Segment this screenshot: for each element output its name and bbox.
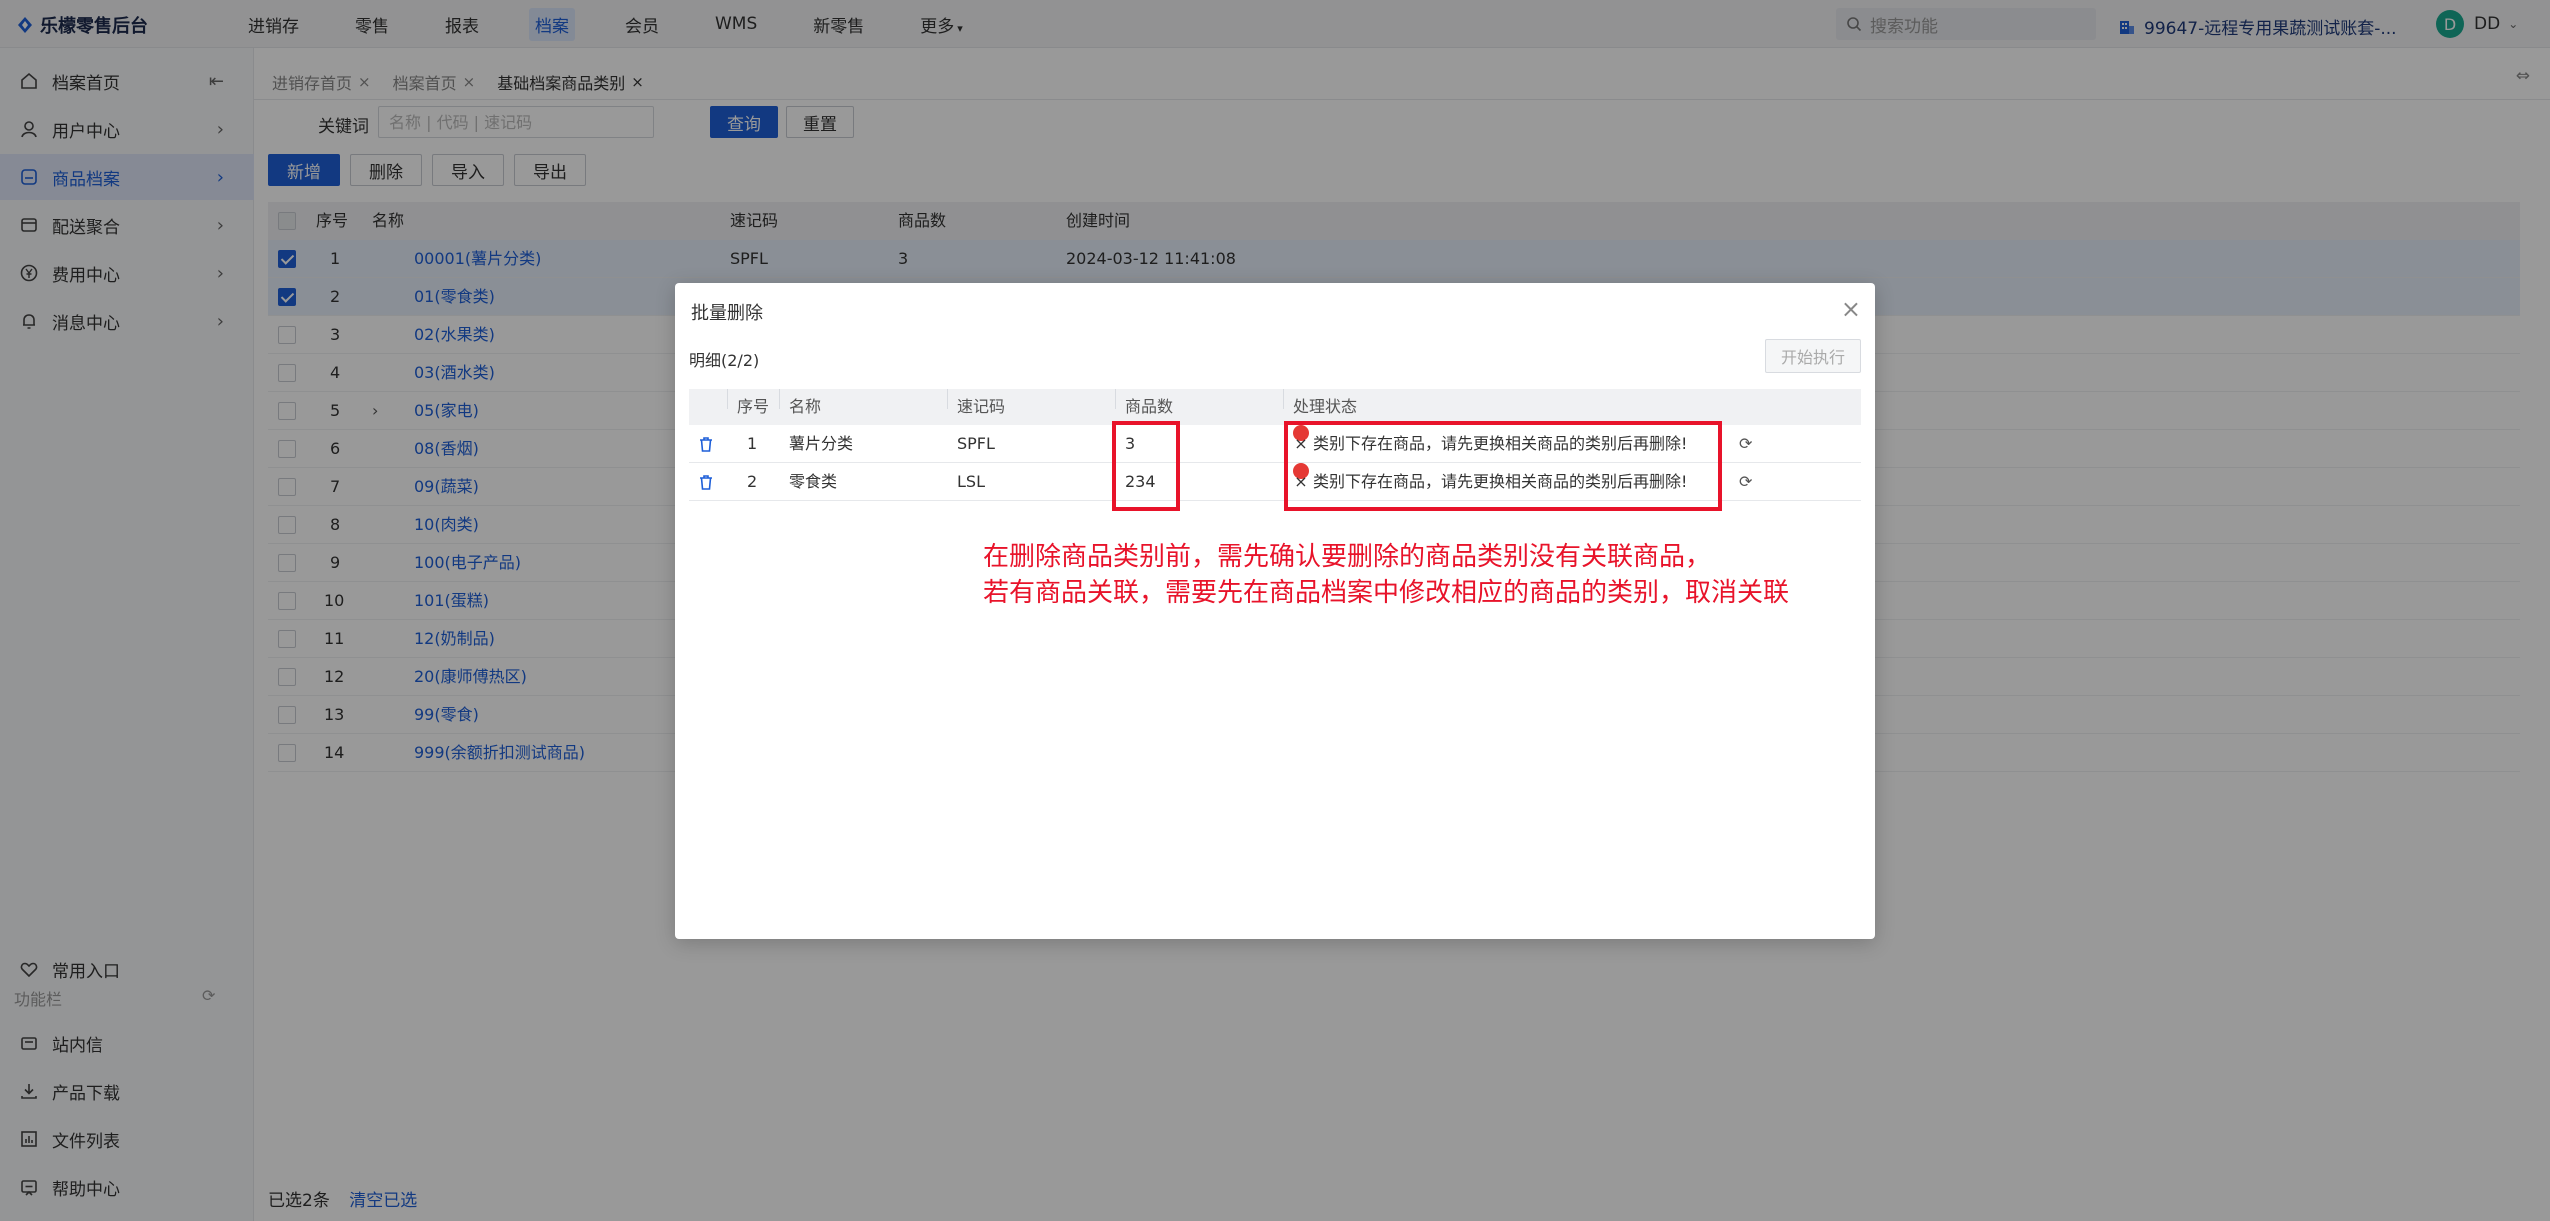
start-execute-button[interactable]: 开始执行 bbox=[1765, 339, 1861, 373]
dlg-col-name: 名称 bbox=[789, 397, 822, 416]
annotation-box-status bbox=[1284, 421, 1722, 511]
dialog-title: 批量删除 bbox=[691, 303, 763, 324]
dlg-col-count: 商品数 bbox=[1125, 397, 1174, 416]
dlg-col-status: 处理状态 bbox=[1293, 397, 1358, 416]
dlg-row-code: SPFL bbox=[957, 434, 995, 453]
dlg-row-name: 零食类 bbox=[789, 472, 838, 491]
annotation-line-2: 若有商品关联，需要先在商品档案中修改相应的商品的类别，取消关联 bbox=[983, 578, 1790, 608]
dlg-col-no: 序号 bbox=[737, 397, 770, 416]
dlg-row-no: 2 bbox=[747, 472, 758, 491]
dlg-row-code: LSL bbox=[957, 472, 985, 491]
retry-icon[interactable]: ⟳ bbox=[1739, 463, 1752, 501]
batch-delete-dialog: 批量删除 × 明细(2/2) 开始执行 序号 名称 速记码 商品数 处理状态 1… bbox=[675, 283, 1875, 939]
annotation-box-count bbox=[1112, 421, 1180, 511]
annotation-line-1: 在删除商品类别前，需先确认要删除的商品类别没有关联商品， bbox=[983, 542, 1712, 572]
dialog-table-header: 序号 名称 速记码 商品数 处理状态 bbox=[689, 389, 1861, 425]
dlg-col-code: 速记码 bbox=[957, 397, 1006, 416]
trash-icon[interactable] bbox=[697, 425, 715, 467]
column-divider bbox=[727, 389, 728, 409]
column-divider bbox=[1115, 389, 1116, 409]
close-icon[interactable]: × bbox=[1841, 295, 1861, 323]
column-divider bbox=[947, 389, 948, 409]
dlg-row-name: 薯片分类 bbox=[789, 434, 854, 453]
column-divider bbox=[779, 389, 780, 409]
dlg-row-no: 1 bbox=[747, 434, 758, 453]
retry-icon[interactable]: ⟳ bbox=[1739, 425, 1752, 463]
column-divider bbox=[1283, 389, 1284, 409]
trash-icon[interactable] bbox=[697, 463, 715, 505]
dialog-detail-count: 明细(2/2) bbox=[689, 351, 760, 370]
